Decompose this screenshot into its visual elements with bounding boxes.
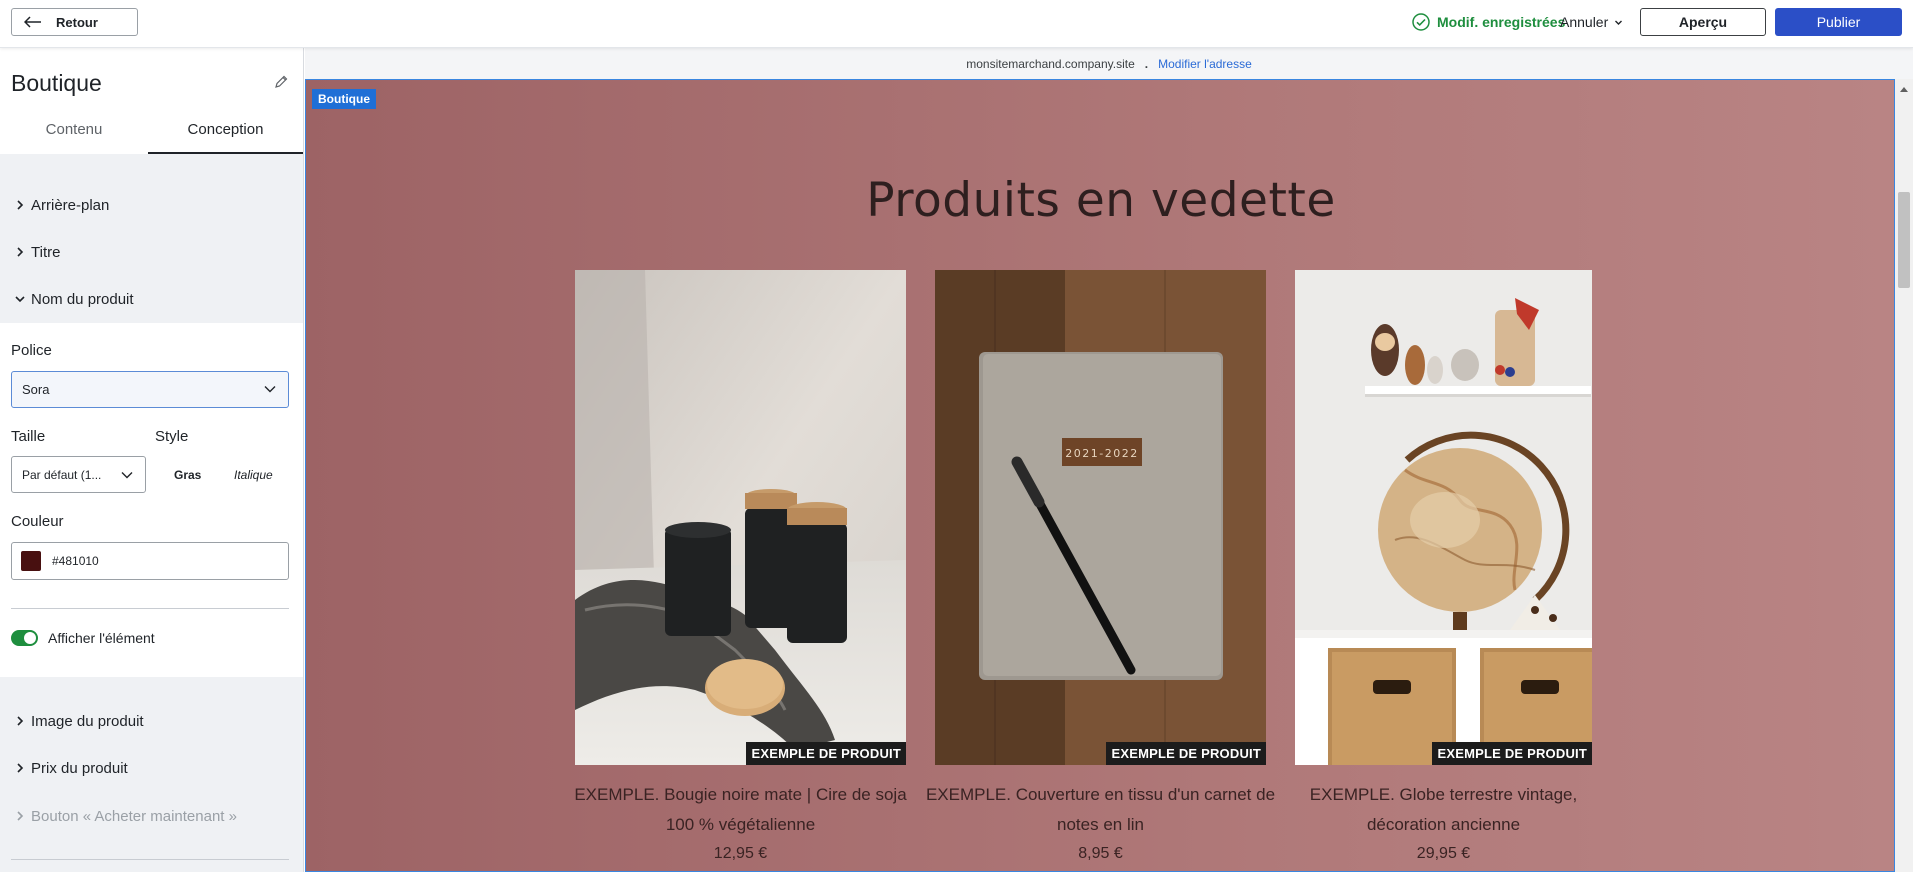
chevron-down-icon: [264, 385, 276, 393]
product-image-notebook[interactable]: 2021-2022 EXEMPLE DE PRODUIT: [935, 270, 1266, 765]
tab-conception[interactable]: Conception: [148, 121, 303, 154]
preview-button[interactable]: Aperçu: [1640, 8, 1766, 36]
chevron-right-icon: [16, 810, 24, 822]
chevron-right-icon: [16, 715, 24, 727]
product-image-candle[interactable]: EXEMPLE DE PRODUIT: [575, 270, 906, 765]
italic-toggle[interactable]: Italique: [234, 468, 273, 482]
sample-product-badge: EXEMPLE DE PRODUIT: [1432, 742, 1592, 765]
sample-product-badge: EXEMPLE DE PRODUIT: [1106, 742, 1266, 765]
show-element-toggle[interactable]: [11, 630, 38, 646]
color-swatch[interactable]: [21, 551, 41, 571]
check-circle-icon: [1412, 13, 1430, 31]
accordion-image-du-produit[interactable]: Image du produit: [0, 701, 303, 741]
chevron-down-icon: [14, 293, 26, 305]
accordion-label: Arrière-plan: [31, 196, 110, 214]
sample-product-badge: EXEMPLE DE PRODUIT: [746, 742, 906, 765]
accordion-label: Nom du produit: [31, 290, 134, 308]
divider: [11, 608, 289, 609]
save-status-label: Modif. enregistrées: [1437, 14, 1566, 30]
preview-scrollbar-thumb[interactable]: [1898, 192, 1910, 288]
chevron-right-icon: [16, 762, 24, 774]
top-bar: Retour Modif. enregistrées Annuler Aperç…: [0, 0, 1913, 48]
bold-toggle[interactable]: Gras: [174, 468, 201, 482]
color-value: #481010: [52, 554, 99, 568]
size-label: Taille: [11, 428, 46, 445]
color-label: Couleur: [11, 513, 64, 530]
back-button-label: Retour: [56, 14, 98, 30]
accordion-titre[interactable]: Titre: [0, 232, 303, 272]
accordion-bouton-acheter[interactable]: Bouton « Acheter maintenant »: [0, 796, 303, 836]
product-price[interactable]: 12,95 €: [575, 845, 906, 863]
font-select[interactable]: Sora: [11, 371, 289, 408]
size-select-value: Par défaut (1...: [22, 467, 102, 482]
site-url-bar: monsitemarchand.company.site . Modifier …: [305, 48, 1913, 79]
cancel-menu[interactable]: Annuler: [1560, 14, 1623, 30]
sidebar-header: Boutique Contenu Conception: [0, 48, 303, 154]
scroll-up-arrow-icon[interactable]: [1898, 85, 1910, 93]
back-button[interactable]: Retour: [11, 8, 138, 36]
tab-contenu[interactable]: Contenu: [0, 121, 148, 154]
accordion-arriere-plan[interactable]: Arrière-plan: [0, 185, 303, 225]
font-select-value: Sora: [22, 382, 50, 397]
arrow-left-icon: [24, 16, 42, 28]
show-element-label: Afficher l'élément: [48, 630, 155, 646]
chevron-right-icon: [16, 246, 24, 258]
chevron-right-icon: [16, 199, 24, 211]
section-heading[interactable]: Produits en vedette: [306, 173, 1894, 228]
accordion-label: Bouton « Acheter maintenant »: [31, 807, 237, 825]
product-image-globe[interactable]: EXEMPLE DE PRODUIT: [1295, 270, 1592, 765]
style-label: Style: [155, 428, 189, 445]
color-picker-field[interactable]: #481010: [11, 542, 289, 580]
site-url: monsitemarchand.company.site: [966, 56, 1135, 71]
accordion-label: Titre: [31, 243, 61, 261]
sidebar-title: Boutique: [11, 70, 102, 96]
publish-button[interactable]: Publier: [1775, 8, 1902, 36]
design-sidebar: Boutique Contenu Conception Arrière-plan…: [0, 48, 304, 872]
accordion-label: Prix du produit: [31, 759, 128, 777]
divider: [11, 859, 289, 860]
notebook-year-label: 2021-2022: [1065, 447, 1138, 460]
chevron-down-icon: [121, 471, 133, 479]
pencil-icon[interactable]: [273, 74, 289, 90]
store-section-preview[interactable]: Boutique Produits en vedette EXEMPLE DE …: [305, 79, 1895, 872]
product-price[interactable]: 8,95 €: [935, 845, 1266, 863]
save-status: Modif. enregistrées: [1412, 13, 1565, 31]
product-price[interactable]: 29,95 €: [1295, 845, 1592, 863]
cancel-menu-label: Annuler: [1560, 14, 1609, 30]
accordion-prix-du-produit[interactable]: Prix du produit: [0, 748, 303, 788]
product-name[interactable]: EXEMPLE. Globe terrestre vintage, décora…: [1285, 780, 1602, 840]
section-tag: Boutique: [312, 89, 376, 109]
font-label: Police: [11, 342, 52, 359]
edit-address-link[interactable]: Modifier l'adresse: [1158, 57, 1252, 71]
chevron-down-icon: [1614, 18, 1623, 27]
accordion-label: Image du produit: [31, 712, 144, 730]
product-name[interactable]: EXEMPLE. Couverture en tissu d'un carnet…: [925, 780, 1276, 840]
accordion-nom-du-produit[interactable]: Nom du produit: [0, 279, 303, 319]
product-name[interactable]: EXEMPLE. Bougie noire mate | Cire de soj…: [565, 780, 916, 840]
url-separator: .: [1144, 56, 1149, 71]
size-select[interactable]: Par défaut (1...: [11, 456, 146, 493]
